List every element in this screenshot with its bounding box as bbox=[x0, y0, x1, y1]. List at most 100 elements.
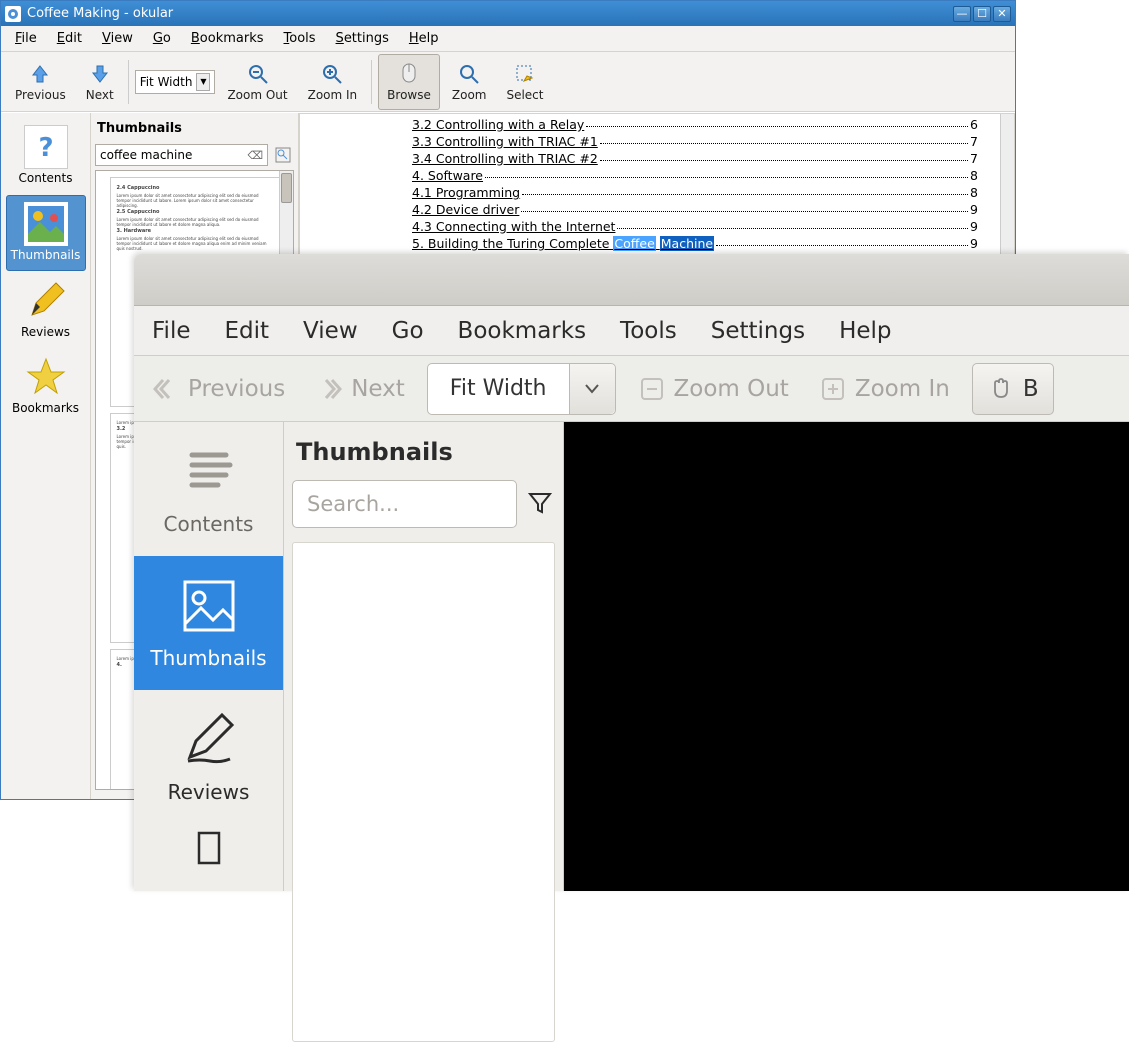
sidebar-tabs: ? Contents Thumbnails Reviews Bookmarks bbox=[1, 113, 91, 799]
image-icon bbox=[24, 202, 68, 246]
mouse-icon bbox=[397, 62, 421, 86]
toc-entry[interactable]: 3.4 Controlling with TRIAC #2 bbox=[412, 151, 598, 166]
zoom-out-label: Zoom Out bbox=[674, 376, 789, 402]
sidebar-tab-thumbnails[interactable]: Thumbnails bbox=[6, 195, 86, 271]
search-input[interactable]: Search... bbox=[292, 480, 517, 528]
sidebar-label: Reviews bbox=[21, 325, 70, 339]
select-button[interactable]: Select bbox=[498, 54, 551, 110]
contents-icon bbox=[179, 442, 239, 502]
minimize-button[interactable]: — bbox=[953, 6, 971, 22]
toc-entry[interactable]: 3.2 Controlling with a Relay bbox=[412, 117, 584, 132]
sidebar-tab-bookmarks[interactable] bbox=[134, 824, 283, 884]
help-icon: ? bbox=[24, 125, 68, 169]
menu-bookmarks[interactable]: Bookmarks bbox=[454, 314, 591, 348]
thumbnails-panel: Thumbnails Search... bbox=[284, 422, 564, 891]
window-titlebar[interactable]: Coffee Making - okular — ☐ ✕ bbox=[1, 1, 1015, 26]
next-button[interactable]: Next bbox=[307, 369, 413, 409]
panel-header: Thumbnails bbox=[292, 432, 555, 480]
toc-entry[interactable]: 4.2 Device driver bbox=[412, 202, 519, 217]
menu-file[interactable]: File bbox=[148, 314, 195, 348]
zoom-in-icon bbox=[320, 62, 344, 86]
pencil-icon bbox=[24, 279, 68, 323]
browse-label: B bbox=[1023, 376, 1039, 402]
plus-icon bbox=[819, 375, 847, 403]
close-button[interactable]: ✕ bbox=[993, 6, 1011, 22]
sidebar-label: Contents bbox=[19, 171, 73, 185]
menu-help[interactable]: Help bbox=[401, 28, 447, 49]
previous-button[interactable]: Previous bbox=[144, 369, 293, 409]
clear-icon[interactable]: ⌫ bbox=[247, 149, 263, 162]
maximize-button[interactable]: ☐ bbox=[973, 6, 991, 22]
chevron-left-icon bbox=[152, 375, 180, 403]
browse-button[interactable]: Browse bbox=[378, 54, 440, 110]
hand-icon bbox=[987, 375, 1015, 403]
menu-go[interactable]: Go bbox=[145, 28, 179, 49]
toc-entry[interactable]: 4.3 Connecting with the Internet bbox=[412, 219, 615, 234]
menu-edit[interactable]: Edit bbox=[49, 28, 90, 49]
sidebar-tab-reviews[interactable]: Reviews bbox=[134, 690, 283, 824]
search-options-icon[interactable] bbox=[272, 144, 294, 166]
zoom-level-select[interactable]: Fit Width ▼ bbox=[135, 70, 216, 94]
menu-view[interactable]: View bbox=[94, 28, 141, 49]
menu-file[interactable]: File bbox=[7, 28, 45, 49]
menu-edit[interactable]: Edit bbox=[221, 314, 274, 348]
toc-entry[interactable]: 4.1 Programming bbox=[412, 185, 520, 200]
toolbar: Previous Next Fit Width Zoom Out Zoom In… bbox=[134, 356, 1129, 422]
toc-entry[interactable]: 3.3 Controlling with TRIAC #1 bbox=[412, 134, 598, 149]
document-view[interactable] bbox=[564, 422, 1129, 891]
zoom-out-button[interactable]: Zoom Out bbox=[630, 369, 797, 409]
zoom-in-button[interactable]: Zoom In bbox=[300, 54, 366, 110]
dropdown-icon[interactable]: ▼ bbox=[196, 73, 210, 91]
menu-settings[interactable]: Settings bbox=[328, 28, 397, 49]
sidebar-tab-bookmarks[interactable]: Bookmarks bbox=[6, 349, 86, 423]
zoom-in-label: Zoom In bbox=[308, 88, 358, 102]
zoom-level-label: Fit Width bbox=[140, 75, 193, 89]
select-icon bbox=[513, 62, 537, 86]
arrow-down-icon bbox=[88, 62, 112, 86]
arrow-up-icon bbox=[28, 62, 52, 86]
okular-window-new: File Edit View Go Bookmarks Tools Settin… bbox=[134, 254, 1129, 891]
zoom-out-button[interactable]: Zoom Out bbox=[219, 54, 295, 110]
app-icon bbox=[5, 6, 21, 22]
menu-bookmarks[interactable]: Bookmarks bbox=[183, 28, 272, 49]
previous-button[interactable]: Previous bbox=[7, 54, 74, 110]
zoom-in-button[interactable]: Zoom In bbox=[811, 369, 958, 409]
scrollbar-thumb[interactable] bbox=[281, 173, 292, 203]
previous-label: Previous bbox=[188, 376, 285, 402]
dropdown-icon[interactable] bbox=[569, 364, 615, 414]
sidebar-label: Thumbnails bbox=[150, 646, 266, 670]
search-input[interactable]: coffee machine ⌫ bbox=[95, 144, 268, 166]
thumbnails-list[interactable] bbox=[292, 542, 555, 1042]
pen-icon bbox=[179, 710, 239, 770]
sidebar-label: Reviews bbox=[168, 780, 250, 804]
sidebar-tab-contents[interactable]: Contents bbox=[134, 422, 283, 556]
bookmark-icon bbox=[179, 829, 239, 869]
browse-button[interactable]: B bbox=[972, 363, 1054, 415]
sidebar-tab-thumbnails[interactable]: Thumbnails bbox=[134, 556, 283, 690]
window-body: Contents Thumbnails Reviews Thumbnails S… bbox=[134, 422, 1129, 891]
zoom-label: Zoom bbox=[452, 88, 487, 102]
zoom-tool-button[interactable]: Zoom bbox=[444, 54, 495, 110]
toc-entry[interactable]: 5. Building the Turing Complete Coffee M… bbox=[412, 236, 714, 251]
image-icon bbox=[179, 576, 239, 636]
search-highlight: Coffee bbox=[613, 236, 655, 251]
menu-help[interactable]: Help bbox=[835, 314, 895, 348]
chevron-right-icon bbox=[315, 375, 343, 403]
sidebar-label: Contents bbox=[164, 512, 254, 536]
menu-tools[interactable]: Tools bbox=[616, 314, 681, 348]
filter-icon[interactable] bbox=[527, 490, 555, 518]
menubar: File Edit View Go Bookmarks Tools Settin… bbox=[134, 306, 1129, 356]
menu-settings[interactable]: Settings bbox=[707, 314, 809, 348]
search-highlight: Machine bbox=[660, 236, 714, 251]
sidebar-tab-contents[interactable]: ? Contents bbox=[6, 119, 86, 193]
window-titlebar[interactable] bbox=[134, 254, 1129, 306]
next-button[interactable]: Next bbox=[78, 54, 122, 110]
toc-entry[interactable]: 4. Software bbox=[412, 168, 483, 183]
menu-view[interactable]: View bbox=[299, 314, 362, 348]
select-label: Select bbox=[506, 88, 543, 102]
previous-label: Previous bbox=[15, 88, 66, 102]
zoom-level-select[interactable]: Fit Width bbox=[427, 363, 616, 415]
menu-tools[interactable]: Tools bbox=[276, 28, 324, 49]
sidebar-tab-reviews[interactable]: Reviews bbox=[6, 273, 86, 347]
menu-go[interactable]: Go bbox=[388, 314, 428, 348]
